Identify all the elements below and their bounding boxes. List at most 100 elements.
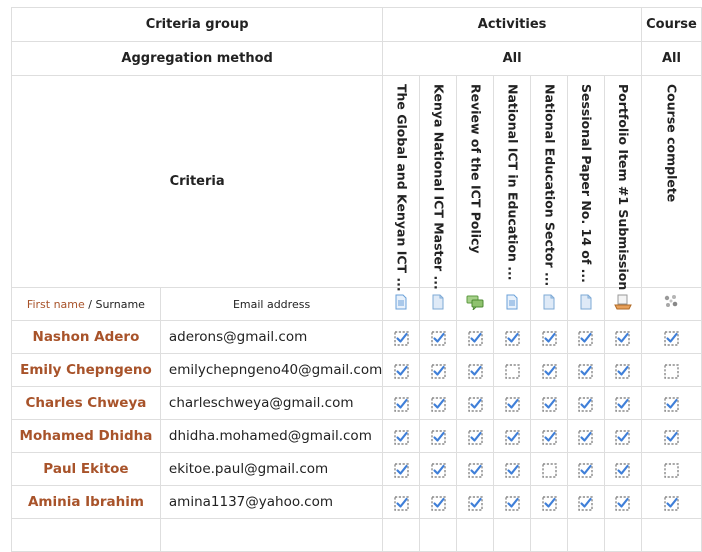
course-completion-cell <box>640 320 702 354</box>
completed-checkbox[interactable] <box>615 495 631 511</box>
completed-checkbox[interactable] <box>467 330 483 346</box>
completed-checkbox[interactable] <box>541 396 557 412</box>
criteria-column-header[interactable]: Review of the ICT Policy <box>456 75 495 288</box>
file-icon <box>430 294 446 314</box>
activity-completion-cell <box>603 320 642 354</box>
course-incomplete-checkbox[interactable] <box>664 462 679 478</box>
completed-checkbox[interactable] <box>430 429 446 445</box>
participant-row: Paul Ekitoe ekitoe.paul@gmail.com <box>11 452 702 486</box>
completed-checkbox[interactable] <box>615 363 631 379</box>
course-completion-cell <box>640 485 702 519</box>
completed-checkbox[interactable] <box>394 462 409 478</box>
completed-checkbox[interactable] <box>467 495 483 511</box>
completed-checkbox[interactable] <box>504 462 520 478</box>
completed-checkbox[interactable] <box>430 330 446 346</box>
participant-name-link[interactable]: Emily Chepngeno <box>11 353 161 387</box>
participants-body: Nashon Adero aderons@gmail.com Emily Chepn… <box>11 320 702 552</box>
activity-type-cell <box>382 287 421 321</box>
participant-name-link[interactable]: Aminia Ibrahim <box>11 485 161 519</box>
activity-completion-cell <box>382 419 421 453</box>
incomplete-checkbox[interactable] <box>541 462 557 478</box>
activity-type-cell <box>456 287 495 321</box>
completed-checkbox[interactable] <box>615 396 631 412</box>
participant-email: charleschweya@gmail.com <box>159 386 384 420</box>
aggregation-method-label: Aggregation method <box>10 41 384 76</box>
participant-name-link[interactable]: Paul Ekitoe <box>11 452 161 486</box>
completed-checkbox[interactable] <box>615 429 631 445</box>
completed-checkbox[interactable] <box>578 462 594 478</box>
completed-checkbox[interactable] <box>394 495 409 511</box>
completed-checkbox[interactable] <box>467 429 483 445</box>
completed-checkbox[interactable] <box>430 495 446 511</box>
completed-checkbox[interactable] <box>541 495 557 511</box>
criteria-column-header[interactable]: Kenya National ICT Master ... <box>419 75 458 290</box>
participant-email: amina1137@yahoo.com <box>159 485 384 519</box>
activity-completion-cell <box>567 320 605 354</box>
activity-completion-cell <box>530 320 569 354</box>
activity-completion-cell <box>530 419 569 453</box>
completed-checkbox[interactable] <box>504 429 520 445</box>
completed-checkbox[interactable] <box>394 363 409 379</box>
course-complete-header: Course complete <box>640 75 702 288</box>
completed-checkbox[interactable] <box>430 396 446 412</box>
activity-type-cell <box>493 287 532 321</box>
completed-checkbox[interactable] <box>615 462 631 478</box>
completed-checkbox[interactable] <box>504 330 520 346</box>
activity-completion-cell <box>493 320 532 354</box>
completed-checkbox[interactable] <box>394 396 409 412</box>
completed-checkbox[interactable] <box>430 363 446 379</box>
participant-name-link[interactable]: Nashon Adero <box>11 320 161 354</box>
course-complete-icon <box>662 293 680 315</box>
criteria-column-header[interactable]: National ICT in Education ... <box>493 75 532 288</box>
completed-checkbox[interactable] <box>467 363 483 379</box>
course-aggregation-value: All <box>640 41 702 76</box>
completed-checkbox[interactable] <box>541 429 557 445</box>
participant-row: Nashon Adero aderons@gmail.com <box>11 320 702 354</box>
incomplete-checkbox[interactable] <box>504 363 520 379</box>
completed-checkbox[interactable] <box>578 330 594 346</box>
completed-checkbox[interactable] <box>394 429 409 445</box>
completed-checkbox[interactable] <box>578 363 594 379</box>
activity-type-cell <box>603 287 642 321</box>
participant-name-link[interactable]: Mohamed Dhidha <box>11 419 161 453</box>
completed-checkbox[interactable] <box>430 462 446 478</box>
course-completed-checkbox[interactable] <box>664 330 679 346</box>
criteria-column-header[interactable]: National Education Sector ... <box>530 75 569 288</box>
activity-completion-cell <box>567 452 605 486</box>
empty-cell <box>530 518 569 552</box>
completed-checkbox[interactable] <box>578 429 594 445</box>
completed-checkbox[interactable] <box>578 396 594 412</box>
completed-checkbox[interactable] <box>541 363 557 379</box>
completed-checkbox[interactable] <box>578 495 594 511</box>
activities-aggregation-value: All <box>382 41 642 76</box>
page-blue-icon <box>504 294 520 314</box>
completed-checkbox[interactable] <box>467 462 483 478</box>
completed-checkbox[interactable] <box>541 330 557 346</box>
participant-row: Charles Chweya charleschweya@gmail.com <box>11 386 702 420</box>
activity-completion-cell <box>419 419 458 453</box>
activity-completion-cell <box>493 485 532 519</box>
activity-type-cell <box>419 287 458 321</box>
completed-checkbox[interactable] <box>504 495 520 511</box>
completed-checkbox[interactable] <box>394 330 409 346</box>
criteria-column-header[interactable]: The Global and Kenyan ICT ... <box>382 75 421 292</box>
course-completed-checkbox[interactable] <box>664 495 679 511</box>
sort-first-name-link[interactable]: First name <box>27 298 85 311</box>
sort-surname-link[interactable]: Surname <box>95 298 144 311</box>
activity-completion-cell <box>419 353 458 387</box>
course-completed-checkbox[interactable] <box>664 429 679 445</box>
course-incomplete-checkbox[interactable] <box>664 363 679 379</box>
criteria-column-header[interactable]: Sessional Paper No. 14 of ... <box>567 75 605 288</box>
participant-name-link[interactable]: Charles Chweya <box>11 386 161 420</box>
activity-completion-cell <box>603 485 642 519</box>
completed-checkbox[interactable] <box>467 396 483 412</box>
activity-completion-cell <box>567 386 605 420</box>
completed-checkbox[interactable] <box>615 330 631 346</box>
completed-checkbox[interactable] <box>504 396 520 412</box>
course-completed-checkbox[interactable] <box>664 396 679 412</box>
empty-cell <box>159 518 384 552</box>
participant-row: Mohamed Dhidha dhidha.mohamed@gmail.com <box>11 419 702 453</box>
empty-cell <box>567 518 605 552</box>
criteria-column-header[interactable]: Portfolio Item #1 Submission <box>603 75 642 290</box>
participant-row: Aminia Ibrahim amina1137@yahoo.com <box>11 485 702 519</box>
